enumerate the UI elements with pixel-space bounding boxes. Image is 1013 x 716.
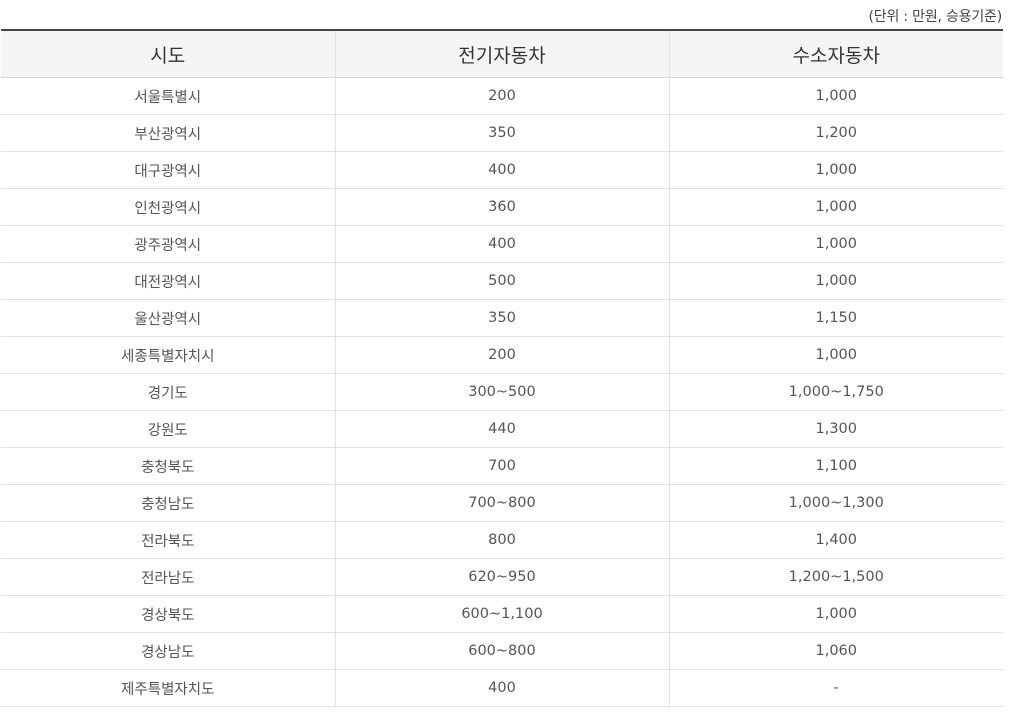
region-cell: 울산광역시 (1, 299, 335, 337)
table-row: 대전광역시 500 1,000 (1, 262, 1003, 300)
hydrogen-cell: 1,100 (668, 447, 1003, 485)
hydrogen-cell: 1,150 (668, 299, 1003, 337)
table-row: 제주특별자치도 400 - (1, 669, 1003, 707)
hydrogen-cell: 1,000 (668, 262, 1003, 300)
electric-cell: 700 (334, 447, 669, 485)
hydrogen-cell: 1,200~1,500 (668, 558, 1003, 596)
region-cell: 전라북도 (1, 521, 335, 559)
region-cell: 경상북도 (1, 595, 335, 633)
table-row: 전라남도 620~950 1,200~1,500 (1, 558, 1003, 596)
electric-cell: 200 (334, 77, 669, 115)
region-cell: 서울특별시 (1, 77, 335, 115)
region-cell: 인천광역시 (1, 188, 335, 226)
electric-cell: 350 (334, 114, 669, 152)
hydrogen-cell: 1,000~1,300 (668, 484, 1003, 522)
region-cell: 세종특별자치시 (1, 336, 335, 374)
hydrogen-cell: 1,000 (668, 336, 1003, 374)
column-header-electric: 전기자동차 (334, 30, 669, 78)
table-row: 충청남도 700~800 1,000~1,300 (1, 484, 1003, 522)
electric-cell: 600~800 (334, 632, 669, 670)
subsidy-table: 시도 전기자동차 수소자동차 서울특별시 200 1,000 부산광역시 350… (1, 29, 1003, 707)
hydrogen-cell: 1,000 (668, 188, 1003, 226)
table-row: 울산광역시 350 1,150 (1, 299, 1003, 337)
hydrogen-cell: 1,060 (668, 632, 1003, 670)
hydrogen-cell: 1,000 (668, 225, 1003, 263)
electric-cell: 300~500 (334, 373, 669, 411)
electric-cell: 400 (334, 669, 669, 707)
region-cell: 전라남도 (1, 558, 335, 596)
hydrogen-cell: 1,000~1,750 (668, 373, 1003, 411)
region-cell: 강원도 (1, 410, 335, 448)
hydrogen-cell: 1,000 (668, 151, 1003, 189)
hydrogen-cell: 1,200 (668, 114, 1003, 152)
header-row: 시도 전기자동차 수소자동차 (1, 30, 1003, 78)
electric-cell: 400 (334, 151, 669, 189)
column-header-hydrogen: 수소자동차 (668, 30, 1003, 78)
table-row: 광주광역시 400 1,000 (1, 225, 1003, 263)
table-row: 세종특별자치시 200 1,000 (1, 336, 1003, 374)
table-row: 강원도 440 1,300 (1, 410, 1003, 448)
region-cell: 경기도 (1, 373, 335, 411)
table-header: 시도 전기자동차 수소자동차 (1, 30, 1003, 78)
electric-cell: 700~800 (334, 484, 669, 522)
unit-note: (단위 : 만원, 승용기준) (868, 9, 1003, 25)
region-cell: 충청북도 (1, 447, 335, 485)
table-row: 서울특별시 200 1,000 (1, 77, 1003, 115)
electric-cell: 200 (334, 336, 669, 374)
table-row: 경기도 300~500 1,000~1,750 (1, 373, 1003, 411)
region-cell: 경상남도 (1, 632, 335, 670)
electric-cell: 620~950 (334, 558, 669, 596)
hydrogen-cell: - (668, 669, 1003, 707)
table-row: 경상북도 600~1,100 1,000 (1, 595, 1003, 633)
electric-cell: 360 (334, 188, 669, 226)
electric-cell: 400 (334, 225, 669, 263)
table-body: 서울특별시 200 1,000 부산광역시 350 1,200 대구광역시 40… (1, 77, 1003, 707)
electric-cell: 350 (334, 299, 669, 337)
column-header-region: 시도 (1, 30, 335, 78)
region-cell: 대전광역시 (1, 262, 335, 300)
table-row: 충청북도 700 1,100 (1, 447, 1003, 485)
table-row: 인천광역시 360 1,000 (1, 188, 1003, 226)
hydrogen-cell: 1,000 (668, 595, 1003, 633)
electric-cell: 440 (334, 410, 669, 448)
region-cell: 부산광역시 (1, 114, 335, 152)
region-cell: 대구광역시 (1, 151, 335, 189)
table-row: 대구광역시 400 1,000 (1, 151, 1003, 189)
electric-cell: 600~1,100 (334, 595, 669, 633)
hydrogen-cell: 1,000 (668, 77, 1003, 115)
region-cell: 제주특별자치도 (1, 669, 335, 707)
table-row: 부산광역시 350 1,200 (1, 114, 1003, 152)
electric-cell: 500 (334, 262, 669, 300)
hydrogen-cell: 1,400 (668, 521, 1003, 559)
region-cell: 광주광역시 (1, 225, 335, 263)
hydrogen-cell: 1,300 (668, 410, 1003, 448)
electric-cell: 800 (334, 521, 669, 559)
region-cell: 충청남도 (1, 484, 335, 522)
table-row: 경상남도 600~800 1,060 (1, 632, 1003, 670)
table-row: 전라북도 800 1,400 (1, 521, 1003, 559)
